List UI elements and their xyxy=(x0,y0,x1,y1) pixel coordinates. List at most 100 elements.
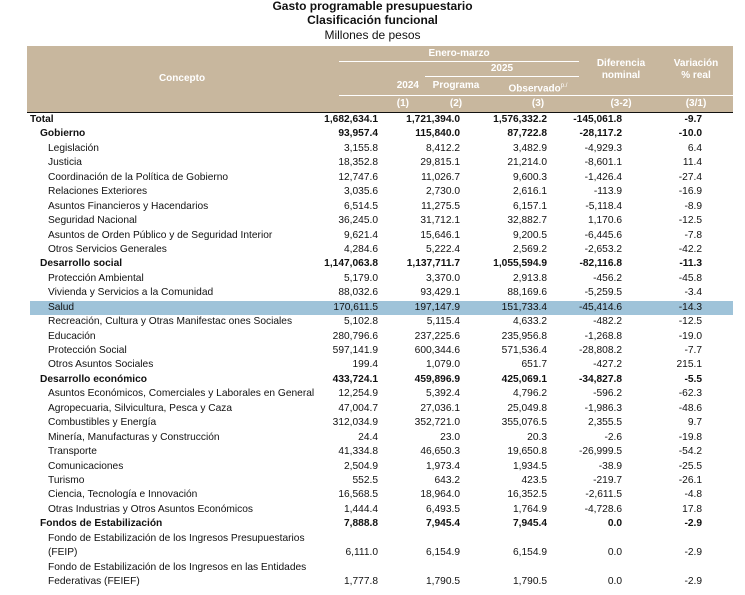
cell-col-programa: 93,429.1 xyxy=(420,287,460,299)
row-label: Gobierno xyxy=(40,128,86,140)
table-row: Educación 280,796.6 237,225.6 235,956.8 -1,2… xyxy=(30,330,733,344)
table-row: Desarrollo económico 433,724.1 459,896.9 42… xyxy=(30,373,733,387)
cell-col-observado: 235,956.8 xyxy=(501,330,547,342)
header-var-line1: Variación xyxy=(673,58,719,69)
cell-col-variacion: 9.7 xyxy=(687,417,702,429)
cell-col-diferencia: -38.9 xyxy=(598,460,622,472)
cell-col-2024: 552.5 xyxy=(352,474,379,486)
cell-col-observado: 6,157.1 xyxy=(513,200,547,212)
cell-col-programa: 11,275.5 xyxy=(421,200,460,212)
cell-col-diferencia: -219.7 xyxy=(593,474,622,486)
cell-col-observado: 9,200.5 xyxy=(513,229,547,241)
cell-col-programa: 31,712.1 xyxy=(420,215,460,227)
cell-col-diferencia: 2,355.5 xyxy=(588,417,622,429)
cell-col-diferencia: 0.0 xyxy=(607,518,622,530)
cell-col-variacion: -45.8 xyxy=(678,272,702,284)
header-col-observado: Observadop./ xyxy=(497,80,579,95)
cell-col-variacion: 215.1 xyxy=(676,359,703,371)
table-header: Concepto Enero-marzo 2025 2024 Programa … xyxy=(27,46,733,112)
cell-col-observado: 9,600.3 xyxy=(513,171,547,183)
table-row: Vivienda y Servicios a la Comunidad 88,03… xyxy=(30,286,733,300)
header-rule-2025 xyxy=(425,76,579,77)
cell-col-variacion: -10.0 xyxy=(678,128,702,140)
cell-col-observado: 1,934.5 xyxy=(513,460,547,472)
row-label: Total xyxy=(30,114,54,125)
cell-col-diferencia: -1,268.8 xyxy=(584,330,622,342)
cell-col-2024: 12,747.6 xyxy=(338,171,378,183)
cell-col-variacion: -5.5 xyxy=(684,373,702,385)
row-label: Transporte xyxy=(48,446,97,458)
cell-col-programa: 1,137,711.7 xyxy=(406,258,460,270)
cell-col-observado: 4,796.2 xyxy=(513,388,547,400)
row-label: Asuntos de Orden Público y de Seguridad … xyxy=(48,229,273,241)
header-observado-label: Observado xyxy=(508,83,561,95)
cell-col-observado: 355,076.5 xyxy=(501,417,547,429)
cell-col-diferencia: -1,426.4 xyxy=(584,171,622,183)
cell-col-2024: 88,032.6 xyxy=(338,287,378,299)
row-label: Otros Servicios Generales xyxy=(48,243,167,255)
cell-col-programa: 2,730.0 xyxy=(426,186,460,198)
row-label: Minería, Manufacturas y Construcción xyxy=(48,431,220,443)
table-row: Comunicaciones 2,504.9 1,973.4 1,934.5 -38.9… xyxy=(30,460,733,474)
cell-col-programa: 352,721.0 xyxy=(414,417,460,429)
row-label: Desarrollo económico xyxy=(40,373,147,385)
cell-col-2024: 47,004.7 xyxy=(338,402,378,414)
cell-col-2024: 2,504.9 xyxy=(344,460,378,472)
row-label: Ciencia, Tecnología e Innovación xyxy=(48,489,198,501)
cell-col-programa: 18,964.0 xyxy=(420,489,460,501)
cell-col-diferencia: -4,728.6 xyxy=(584,503,622,515)
cell-col-variacion: -2.9 xyxy=(684,547,702,559)
cell-col-programa: 1,079.0 xyxy=(426,359,460,371)
header-year-2025: 2025 xyxy=(490,63,514,74)
cell-col-diferencia: -596.2 xyxy=(593,388,622,400)
cell-col-variacion: -2.9 xyxy=(684,518,702,530)
cell-col-programa: 46,650.3 xyxy=(420,446,460,458)
row-label-line1: Fondo de Estabilización de los Ingresos … xyxy=(48,561,307,573)
report-title: Gasto programable presupuestario xyxy=(272,0,473,13)
row-label: Desarrollo social xyxy=(40,258,123,270)
header-n4: (3-2) xyxy=(610,98,632,109)
table-row: Minería, Manufacturas y Construcción 24.4… xyxy=(30,431,733,445)
cell-col-variacion: -7.8 xyxy=(684,229,702,241)
cell-col-observado: 651.7 xyxy=(521,359,548,371)
row-label: Comunicaciones xyxy=(48,460,124,472)
cell-col-2024: 3,035.6 xyxy=(344,186,378,198)
cell-col-2024: 6,111.0 xyxy=(345,547,378,559)
report-titles: Gasto programable presupuestario Clasifi… xyxy=(0,0,745,43)
row-label: Educación xyxy=(48,330,96,342)
cell-col-diferencia: -28,808.2 xyxy=(578,345,622,356)
cell-col-variacion: -2.9 xyxy=(684,576,702,588)
row-label: Protección Social xyxy=(48,345,127,356)
header-var-line2: % real xyxy=(681,70,711,81)
cell-col-diferencia: -5,259.5 xyxy=(584,287,622,299)
cell-col-2024: 1,444.4 xyxy=(344,503,378,515)
table-row: Seguridad Nacional 36,245.0 31,712.1 32,882… xyxy=(30,214,733,228)
table-row: Legislación 3,155.8 8,412.2 3,482.9 -4,929.3… xyxy=(30,142,733,156)
cell-col-observado: 21,214.0 xyxy=(507,157,547,169)
cell-col-programa: 6,154.9 xyxy=(426,547,460,559)
row-label-line1: Fondo de Estabilización de los Ingresos … xyxy=(48,532,305,544)
cell-col-programa: 15,646.1 xyxy=(420,229,460,241)
cell-col-programa: 3,370.0 xyxy=(426,272,460,284)
cell-col-programa: 643.2 xyxy=(434,474,461,486)
cell-col-observado: 20.3 xyxy=(527,431,547,443)
header-diff-line1: Diferencia xyxy=(596,58,646,69)
cell-col-2024: 280,796.6 xyxy=(332,330,378,342)
cell-col-observado: 3,482.9 xyxy=(513,142,547,154)
header-rule-numbers xyxy=(339,95,733,96)
cell-col-variacion: -19.0 xyxy=(678,330,702,342)
cell-col-observado: 2,569.2 xyxy=(513,243,547,255)
row-label: Asuntos Económicos, Comerciales y Labora… xyxy=(48,388,315,400)
cell-col-variacion: -4.8 xyxy=(684,489,702,501)
cell-col-2024: 41,334.8 xyxy=(338,446,378,458)
cell-col-variacion: -12.5 xyxy=(678,316,702,328)
table-row: Otras Industrias y Otros Asuntos Económi… xyxy=(30,503,733,517)
cell-col-variacion: -42.2 xyxy=(678,243,702,255)
cell-col-diferencia: -34,827.8 xyxy=(578,373,622,385)
table-body: Total 1,682,634.1 1,721,394.0 1,576,332.2 -1… xyxy=(30,113,733,589)
cell-col-variacion: 6.4 xyxy=(687,142,702,154)
cell-col-2024: 5,179.0 xyxy=(344,272,378,284)
cell-col-diferencia: 1,170.6 xyxy=(588,215,622,227)
cell-col-observado: 571,536.4 xyxy=(501,345,547,356)
table-row: Otros Asuntos Sociales 199.4 1,079.0 651.7 -… xyxy=(30,358,733,372)
